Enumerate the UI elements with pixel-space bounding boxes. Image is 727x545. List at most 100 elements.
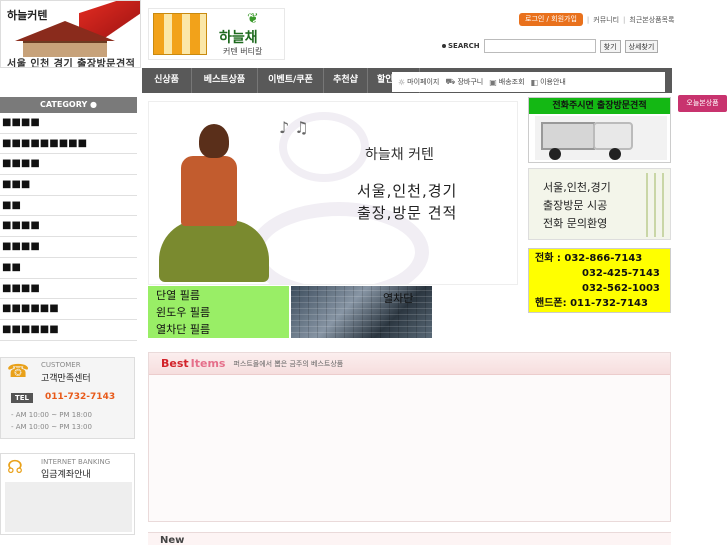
sidebar: CATEGORY ● ■■■■ ■■■■■■■■■ ■■■■ ■■■ ■■ ■■… <box>0 97 137 341</box>
new-items-title: New <box>160 535 185 545</box>
category-item[interactable]: ■■■■ <box>0 113 137 134</box>
phone-line: 032-425-7143 <box>582 268 660 279</box>
detail-search-button[interactable]: 상세찾기 <box>624 39 659 53</box>
phone-numbers-banner[interactable]: 전화 : 032-866-7143 032-425-7143 032-562-1… <box>528 248 671 313</box>
customer-center: ☎ CUSTOMER 고객만족센터 TEL 011-732-7143 - AM … <box>0 357 135 439</box>
tel-number: 011-732-7143 <box>45 392 116 402</box>
search-area: SEARCH 찾기 상세찾기 <box>442 39 659 53</box>
category-item[interactable]: ■■ <box>0 258 137 279</box>
film-types-banner[interactable]: 단열 필름 윈도우 필름 열차단 필름 <box>148 286 289 338</box>
category-item[interactable]: ■■■■ <box>0 279 137 300</box>
main-banner[interactable]: ♪ ♫ 하늘채 커텐 서울,인천,경기 출장,방문 견적 <box>148 101 518 285</box>
truck-wheel <box>549 148 561 160</box>
site-logo[interactable]: 하늘커텐 서울 인천 경기 출장방문견적 <box>0 0 141 68</box>
category-item[interactable]: ■■■■ <box>0 216 137 238</box>
visit-estimate-banner[interactable]: 전화주시면 출장방문견적 <box>528 97 671 163</box>
util-mypage[interactable]: ☼ 마이페이지 <box>398 77 439 87</box>
customer-ko-label: 고객만족센터 <box>41 374 91 384</box>
phone-line: 전화 : 032-866-7143 <box>535 253 643 264</box>
util-delivery-label: 배송조회 <box>498 78 525 86</box>
film-item: 열차단 필름 <box>156 323 211 336</box>
guide-icon: ◧ <box>530 77 539 87</box>
category-title: CATEGORY <box>39 100 88 109</box>
model-skirt <box>159 220 269 282</box>
product-package-image <box>153 13 207 55</box>
truck-cab <box>593 122 633 150</box>
leaf-icon: ❦ <box>247 11 259 27</box>
util-cart-label: 장바구니 <box>457 78 484 86</box>
search-button[interactable]: 찾기 <box>599 39 621 53</box>
model-image <box>153 120 273 284</box>
search-label-text: SEARCH <box>448 42 480 50</box>
banner-line-1: 서울,인천,경기 <box>357 182 458 200</box>
heat-block-banner[interactable]: 열차단 <box>291 286 432 338</box>
search-input[interactable] <box>483 39 596 53</box>
visit-estimate-title: 전화주시면 출장방문견적 <box>529 98 670 114</box>
bulb-icon: ☼ <box>398 77 406 87</box>
headset-icon: ☊ <box>7 457 23 478</box>
util-cart[interactable]: ⛟ 장바구니 <box>445 77 483 87</box>
bullet-icon <box>442 44 446 48</box>
logo-brand-text: 하늘커텐 <box>7 9 48 22</box>
bank-en-label: INTERNET BANKING <box>41 458 111 466</box>
phone-line: 032-562-1003 <box>582 283 660 294</box>
service-area-banner[interactable]: 서울,인천,경기 출장방문 시공 전화 문의환영 <box>528 168 671 240</box>
model-head <box>199 124 229 158</box>
truck-image <box>535 116 667 160</box>
hours-weekday: - AM 10:00 ~ PM 18:00 <box>11 411 92 419</box>
util-guide[interactable]: ◧ 이용안내 <box>531 77 566 87</box>
truck-wheel <box>609 148 621 160</box>
search-label: SEARCH <box>442 42 480 50</box>
divider: | <box>586 15 590 24</box>
box-icon: ▣ <box>489 77 497 87</box>
nav-events-coupons[interactable]: 이벤트/쿠폰 <box>258 68 324 93</box>
category-item[interactable]: ■■■ <box>0 175 137 196</box>
brand-banner[interactable]: ❦ 하늘채 커텐 버티칼 <box>148 8 285 60</box>
community-link[interactable]: 커뮤니티 <box>593 15 619 25</box>
nav-best-products[interactable]: 베스트상품 <box>192 68 258 93</box>
hours-saturday: - AM 10:00 ~ PM 13:00 <box>11 423 92 431</box>
logo-subtitle: 서울 인천 경기 출장방문견적 <box>7 59 136 68</box>
banner-line-2: 출장,방문 견적 <box>357 204 458 222</box>
nav-items: 신상품 베스트상품 이벤트/쿠폰 추천샵 할인상품 <box>142 68 420 93</box>
recent-products-link[interactable]: 최근본상품목록 <box>629 15 674 25</box>
category-item[interactable]: ■■■■ <box>0 154 137 176</box>
truck-box <box>541 122 595 150</box>
bank-account-panel <box>5 482 132 532</box>
cart-icon: ⛟ <box>445 77 456 86</box>
heat-block-label: 열차단 <box>383 292 414 305</box>
items-title: Items <box>190 357 226 370</box>
category-item[interactable]: ■■■■■■■■■ <box>0 134 137 155</box>
music-notes-icon: ♪ ♫ <box>279 118 309 137</box>
recently-viewed-tab[interactable]: 오늘본상품 <box>678 95 727 112</box>
phone-line: 핸드폰: 011-732-7143 <box>535 298 648 309</box>
utility-bar: ☼ 마이페이지 ⛟ 장바구니 ▣ 배송조회 ◧ 이용안내 <box>392 72 665 92</box>
best-items-section: Best Items 퍼스트몰에서 뽑은 금주의 베스트상품 <box>148 352 671 522</box>
category-item[interactable]: ■■■■■■ <box>0 299 137 320</box>
category-list: ■■■■ ■■■■■■■■■ ■■■■ ■■■ ■■ ■■■■ ■■■■ ■■ … <box>0 113 137 341</box>
util-mypage-label: 마이페이지 <box>407 78 440 86</box>
category-item[interactable]: ■■■■■■ <box>0 320 137 341</box>
best-items-header: Best Items 퍼스트몰에서 뽑은 금주의 베스트상품 <box>149 353 670 375</box>
category-item[interactable]: ■■■■ <box>0 237 137 258</box>
util-delivery[interactable]: ▣ 배송조회 <box>489 77 524 87</box>
film-item: 단열 필름 <box>156 289 200 302</box>
phone-icon: ☎ <box>7 361 30 382</box>
top-links: 로그인 / 회원가입 | 커뮤니티 | 최근본상품목록 <box>519 13 674 26</box>
category-item[interactable]: ■■ <box>0 196 137 217</box>
bamboo-decoration <box>640 173 664 237</box>
category-header: CATEGORY ● <box>0 97 137 113</box>
brand-tagline: 커텐 버티칼 <box>223 47 263 56</box>
nav-recommended-shop[interactable]: 추천샵 <box>324 68 368 93</box>
circle-arrow-icon: ● <box>90 100 98 109</box>
best-description: 퍼스트몰에서 뽑은 금주의 베스트상품 <box>233 359 344 368</box>
tel-badge: TEL <box>11 393 34 403</box>
internet-banking: ☊ INTERNET BANKING 입금계좌안내 <box>0 453 135 535</box>
bank-ko-label: 입금계좌안내 <box>41 470 91 480</box>
nav-new-products[interactable]: 신상품 <box>142 68 192 93</box>
util-guide-label: 이용안내 <box>540 78 566 86</box>
nav-spacer <box>0 68 142 93</box>
login-signup-button[interactable]: 로그인 / 회원가입 <box>519 13 583 26</box>
best-title: Best <box>161 357 189 370</box>
page: 하늘커텐 서울 인천 경기 출장방문견적 ❦ 하늘채 커텐 버티칼 로그인 / … <box>0 0 727 545</box>
